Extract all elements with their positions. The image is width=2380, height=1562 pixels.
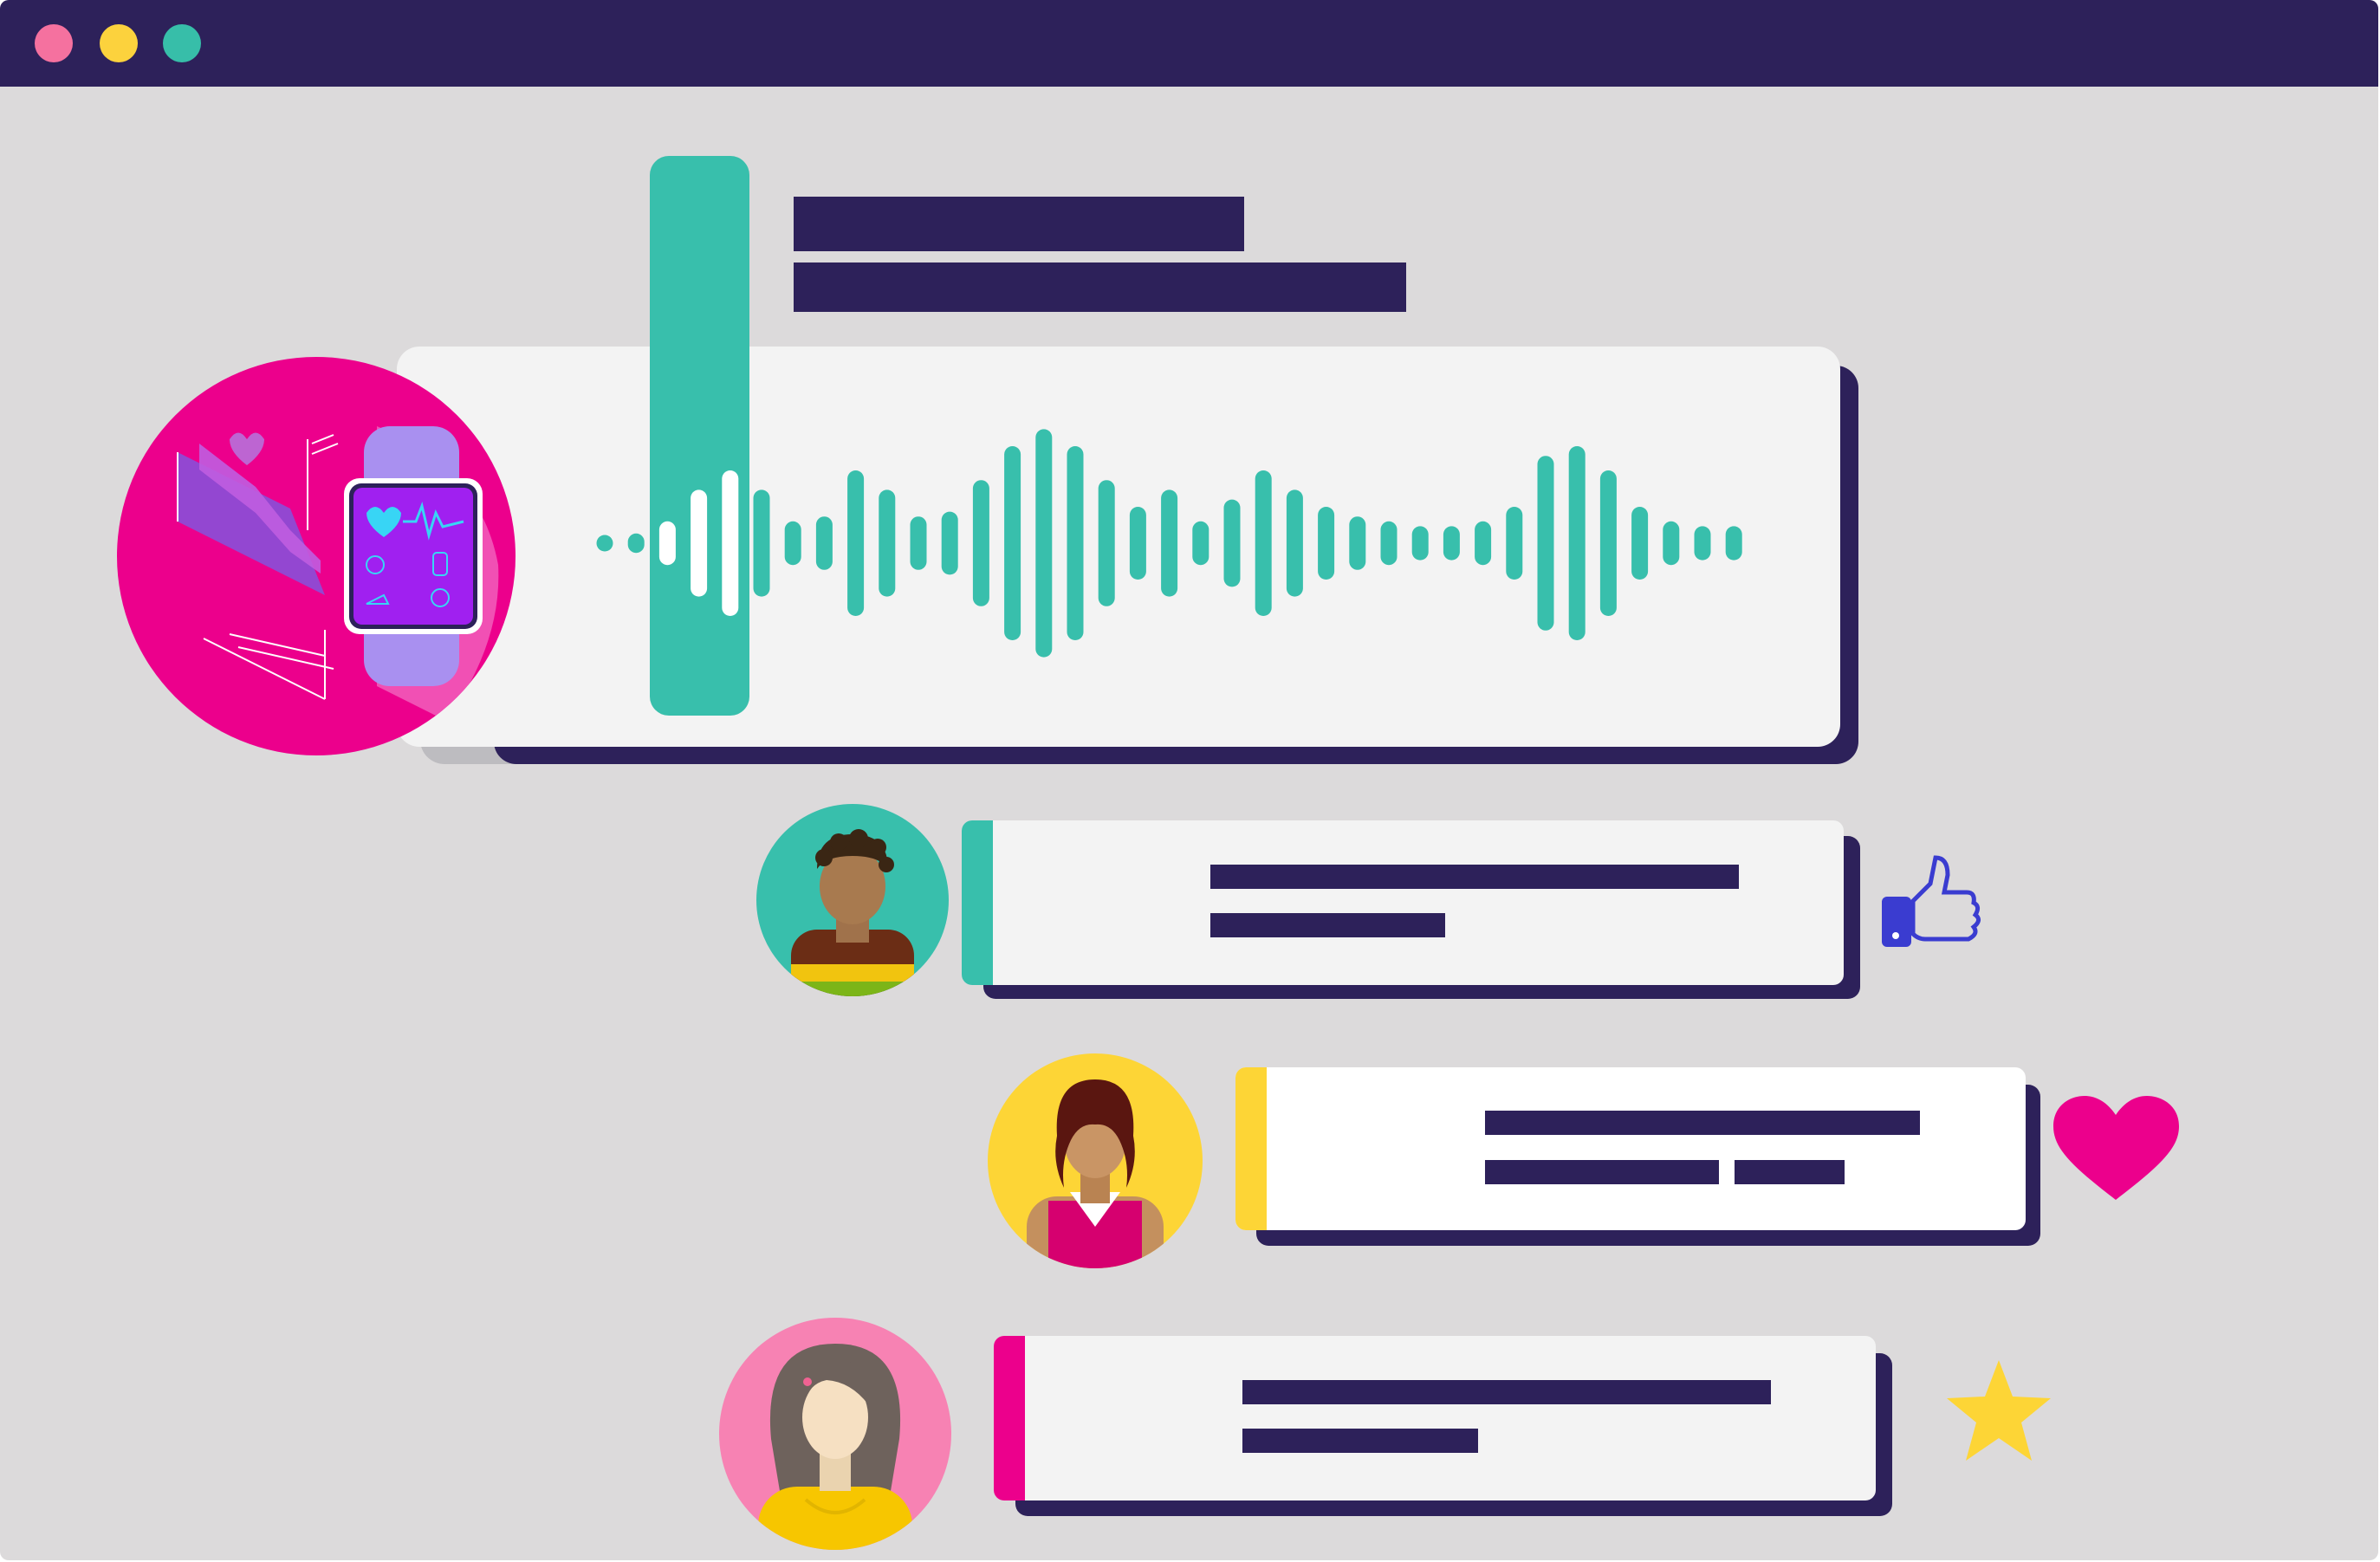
star-icon[interactable] xyxy=(1945,1358,2053,1467)
waveform-bar xyxy=(1537,456,1554,631)
message-3-bubble[interactable] xyxy=(994,1336,1876,1500)
message-1-text-line-2 xyxy=(1210,913,1445,937)
waveform-bar xyxy=(1631,507,1649,580)
waveform-bar xyxy=(722,470,739,616)
message-1-text-line-1 xyxy=(1210,865,1739,889)
message-3-text-line-2 xyxy=(1242,1429,1478,1453)
waveform-bar xyxy=(1443,526,1460,561)
heart-icon[interactable] xyxy=(2053,1096,2179,1204)
smartwatch-health-icon xyxy=(117,357,516,755)
message-2-accent xyxy=(1235,1067,1267,1230)
message-1-accent xyxy=(962,820,993,985)
waveform-bar xyxy=(1129,507,1146,580)
waveform-bar xyxy=(1568,446,1586,640)
waveform-bar xyxy=(1506,507,1523,580)
waveform-bar xyxy=(879,489,896,597)
browser-window xyxy=(0,0,2378,1560)
message-2-text-line-2 xyxy=(1485,1160,1719,1184)
message-3-accent xyxy=(994,1336,1025,1500)
thumbs-up-icon[interactable] xyxy=(1878,849,1982,953)
waveform-bar xyxy=(1035,429,1053,658)
waveform-bar xyxy=(691,489,708,597)
waveform-bar xyxy=(1599,470,1617,616)
avatar-woman-icon[interactable] xyxy=(719,1318,951,1550)
message-2-bubble[interactable] xyxy=(1235,1067,2026,1230)
audio-waveform[interactable] xyxy=(0,0,2378,1560)
waveform-bar xyxy=(1192,521,1209,566)
waveform-bar xyxy=(596,535,613,552)
message-2-text-line-3 xyxy=(1735,1160,1845,1184)
waveform-bar xyxy=(1161,489,1178,597)
waveform-bar xyxy=(941,511,958,575)
message-1-bubble[interactable] xyxy=(962,820,1844,985)
avatar-woman-curly-icon[interactable] xyxy=(988,1053,1203,1268)
waveform-bar xyxy=(627,533,645,554)
waveform-bar xyxy=(1349,516,1366,570)
waveform-bar xyxy=(753,489,770,597)
waveform-bar xyxy=(1318,507,1335,580)
waveform-bar xyxy=(658,521,676,566)
waveform-bar xyxy=(1663,521,1680,566)
waveform-bar xyxy=(1380,521,1398,566)
waveform-bar xyxy=(910,516,927,570)
waveform-bar xyxy=(847,470,865,616)
waveform-bar xyxy=(1223,499,1241,587)
waveform-bar xyxy=(784,521,801,566)
waveform-bar xyxy=(1067,446,1084,640)
waveform-bar xyxy=(815,516,833,570)
waveform-bar xyxy=(1725,526,1742,561)
waveform-bar xyxy=(1475,521,1492,566)
avatar-man-icon[interactable] xyxy=(756,804,949,996)
waveform-bar xyxy=(1411,526,1429,561)
waveform-bar xyxy=(972,480,989,606)
message-2-text-line-1 xyxy=(1485,1111,1920,1135)
message-3-text-line-1 xyxy=(1242,1380,1771,1404)
waveform-bar xyxy=(1098,480,1115,606)
waveform-bar xyxy=(1694,526,1711,561)
waveform-bar xyxy=(1004,446,1021,640)
waveform-bar xyxy=(1286,489,1303,597)
waveform-bar xyxy=(1255,470,1272,616)
